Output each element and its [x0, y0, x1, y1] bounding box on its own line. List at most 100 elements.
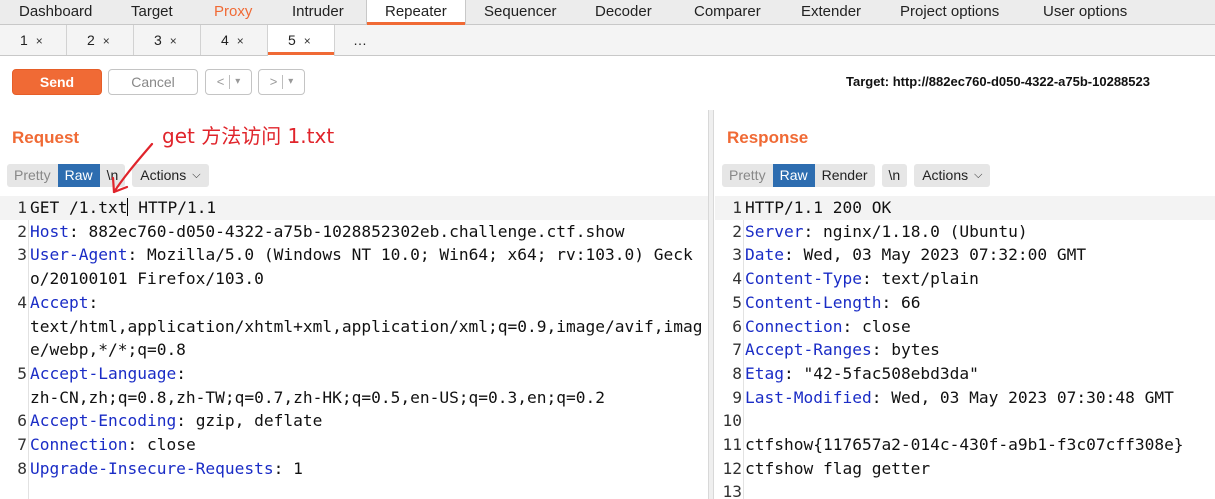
cancel-button[interactable]: Cancel — [108, 69, 198, 95]
header-value: "42-5fac508ebd3da" — [803, 363, 979, 383]
header-name: Server — [745, 221, 804, 241]
code-line[interactable]: 7 Connection: close — [0, 433, 708, 457]
close-icon[interactable]: × — [36, 34, 43, 48]
send-button[interactable]: Send — [12, 69, 102, 95]
request-view-bar: Pretty Raw \n Actions ⌵ — [7, 164, 209, 187]
pane-splitter[interactable] — [708, 110, 714, 499]
response-actions-button[interactable]: Actions ⌵ — [914, 164, 991, 187]
header-separator: : — [176, 363, 186, 383]
code-line[interactable]: 5 Accept-Language: zh-CN,zh;q=0.8,zh-TW;q… — [0, 362, 708, 409]
chevron-down-icon[interactable]: ▾ — [288, 70, 293, 94]
header-value: bytes — [891, 340, 940, 360]
repeater-tab-4[interactable]: 4 × — [201, 25, 268, 55]
request-actions-button[interactable]: Actions ⌵ — [132, 164, 209, 187]
new-tab-button[interactable]: … — [335, 25, 402, 55]
tab-sequencer[interactable]: Sequencer — [466, 0, 577, 25]
header-name: Accept — [30, 292, 89, 312]
code-line[interactable]: 1 HTTP/1.1 200 OK — [715, 196, 1215, 220]
line-text: Connection: close — [745, 315, 1215, 339]
header-separator: : — [68, 221, 89, 241]
header-name: Accept-Encoding — [30, 411, 177, 431]
newline-toggle-button[interactable]: \n — [100, 164, 126, 187]
header-separator: : — [176, 411, 196, 431]
target-host[interactable]: Target: http://882ec760-d050-4322-a75b-1… — [846, 74, 1150, 89]
code-line[interactable]: 6 Connection: close — [715, 315, 1215, 339]
header-value: close — [861, 316, 911, 336]
repeater-tab-3[interactable]: 3 × — [134, 25, 201, 55]
tab-target[interactable]: Target — [101, 0, 185, 25]
code-line[interactable]: 2 Host: 882ec760-d050-4322-a75b-102885230… — [0, 220, 708, 244]
code-line[interactable]: 3 Date: Wed, 03 May 2023 07:32:00 GMT — [715, 243, 1215, 267]
line-text: Host: 882ec760-d050-4322-a75b-1028852302… — [30, 220, 708, 244]
code-line[interactable]: 4 Accept: text/html,application/xhtml+xml… — [0, 291, 708, 362]
request-editor[interactable]: 1 GET /1.txt HTTP/1.1 2 Host: 882ec760-d050… — [0, 196, 708, 480]
code-line[interactable]: 8 Etag: "42-5fac508ebd3da" — [715, 362, 1215, 386]
tab-dashboard[interactable]: Dashboard — [0, 0, 101, 25]
line-number: 13 — [722, 482, 743, 499]
previous-request-button[interactable]: < ▾ — [205, 69, 252, 95]
line-text — [745, 480, 1215, 499]
header-value: gzip, deflate — [195, 411, 323, 431]
line-text: Content-Length: 66 — [745, 291, 1215, 315]
header-name: Host — [30, 221, 69, 241]
repeater-tab-1[interactable]: 1 × — [0, 25, 67, 55]
code-line[interactable]: 12 ctfshow flag getter — [715, 457, 1215, 481]
response-viewer[interactable]: 1 HTTP/1.1 200 OK 2 Server: nginx/1.18.0 (U… — [715, 196, 1215, 499]
line-number: 12 — [722, 458, 743, 478]
chevron-down-icon[interactable]: ▾ — [235, 70, 240, 94]
repeater-tab-2[interactable]: 2 × — [67, 25, 134, 55]
repeater-tab-bar: 1 × 2 × 3 × 4 × 5 × … — [0, 25, 1215, 56]
header-separator: : — [783, 245, 804, 265]
header-separator: : — [842, 316, 862, 336]
tab-repeater[interactable]: Repeater — [366, 0, 466, 26]
header-name: Upgrade-Insecure-Requests — [30, 458, 274, 478]
tab-user-options[interactable]: User options — [1021, 0, 1151, 25]
header-separator: : — [783, 363, 804, 383]
code-line[interactable]: 1 GET /1.txt HTTP/1.1 — [0, 196, 708, 220]
tab-comparer[interactable]: Comparer — [675, 0, 781, 25]
header-name: Etag — [745, 363, 784, 383]
close-icon[interactable]: × — [170, 34, 177, 48]
header-separator: : — [861, 269, 882, 289]
code-line[interactable]: 11 ctfshow{117657a2-014c-430f-a9b1-f3c07c… — [715, 433, 1215, 457]
next-request-button[interactable]: > ▾ — [258, 69, 305, 95]
code-line[interactable]: 6 Accept-Encoding: gzip, deflate — [0, 409, 708, 433]
tab-intruder[interactable]: Intruder — [268, 0, 366, 25]
tab-extender[interactable]: Extender — [781, 0, 879, 25]
line-text: Accept-Ranges: bytes — [745, 338, 1215, 362]
tab-proxy[interactable]: Proxy — [185, 0, 268, 25]
line-number: 3 — [732, 245, 742, 265]
repeater-tab-5[interactable]: 5 × — [268, 25, 335, 56]
code-line[interactable]: 9 Last-Modified: Wed, 03 May 2023 07:30:4… — [715, 386, 1215, 410]
render-view-button[interactable]: Render — [815, 164, 875, 187]
newline-toggle-button[interactable]: \n — [881, 164, 908, 187]
response-title: Response — [727, 128, 809, 147]
line-number: 5 — [732, 292, 742, 312]
close-icon[interactable]: × — [304, 34, 311, 48]
tab-decoder[interactable]: Decoder — [577, 0, 675, 25]
actions-label: Actions — [922, 167, 969, 183]
line-number: 11 — [722, 435, 743, 455]
line-text: Date: Wed, 03 May 2023 07:32:00 GMT — [745, 243, 1215, 267]
close-icon[interactable]: × — [103, 34, 110, 48]
code-line[interactable]: 8 Upgrade-Insecure-Requests: 1 — [0, 457, 708, 481]
code-line[interactable]: 3 User-Agent: Mozilla/5.0 (Windows NT 10.… — [0, 243, 708, 290]
repeater-tab-label: 5 — [288, 32, 296, 48]
tab-project-options[interactable]: Project options — [879, 0, 1021, 25]
header-name: Content-Length — [745, 292, 882, 312]
code-line[interactable]: 7 Accept-Ranges: bytes — [715, 338, 1215, 362]
header-separator: : — [88, 292, 99, 312]
pretty-view-button[interactable]: Pretty — [722, 164, 773, 187]
line-number: 6 — [17, 411, 27, 431]
code-line[interactable]: 5 Content-Length: 66 — [715, 291, 1215, 315]
line-number: 2 — [17, 221, 27, 241]
code-line[interactable]: 2 Server: nginx/1.18.0 (Ubuntu) — [715, 220, 1215, 244]
close-icon[interactable]: × — [237, 34, 244, 48]
code-line[interactable]: 13 — [715, 480, 1215, 499]
raw-view-button[interactable]: Raw — [57, 164, 100, 187]
code-line[interactable]: 10 — [715, 409, 1215, 433]
raw-view-button[interactable]: Raw — [772, 164, 815, 187]
pretty-view-button[interactable]: Pretty — [7, 164, 58, 187]
line-text: Content-Type: text/plain — [745, 267, 1215, 291]
code-line[interactable]: 4 Content-Type: text/plain — [715, 267, 1215, 291]
